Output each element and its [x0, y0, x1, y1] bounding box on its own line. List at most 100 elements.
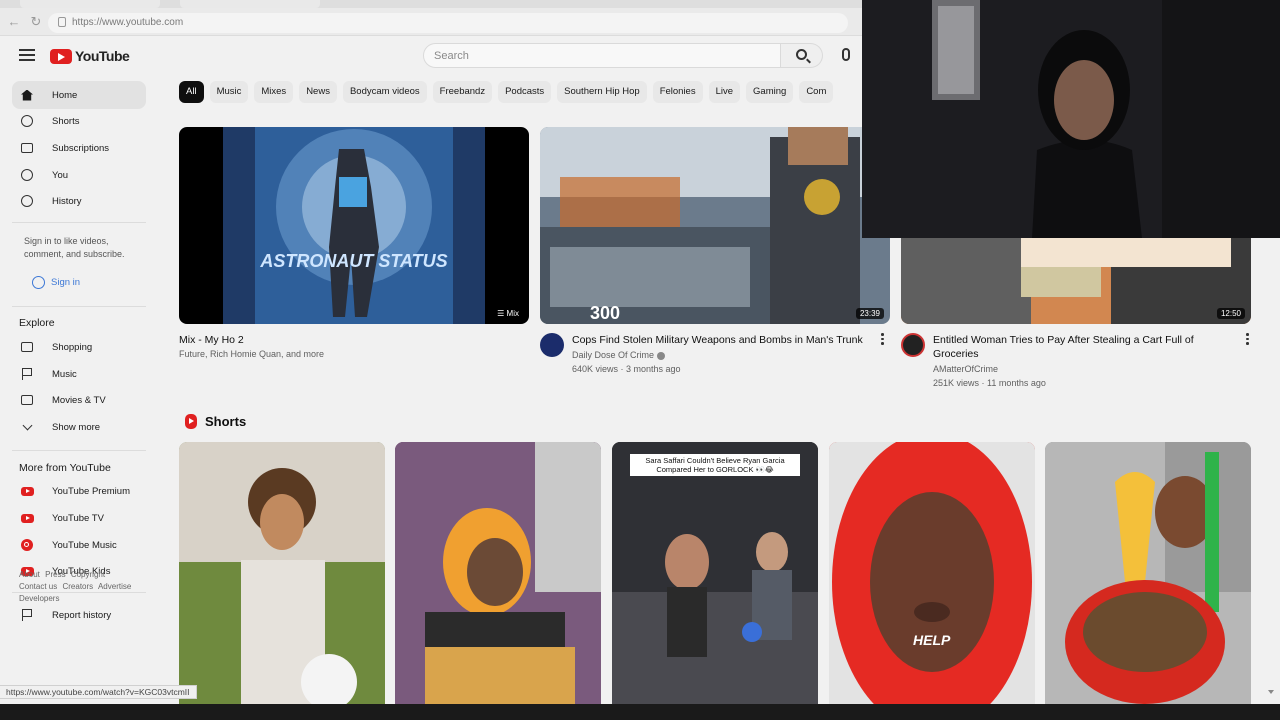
mix-badge: ☰ Mix	[493, 308, 523, 319]
channel-avatar[interactable]	[901, 333, 925, 357]
sidebar-item-home[interactable]: Home	[12, 81, 146, 109]
footer-link[interactable]: About	[19, 570, 40, 579]
video-thumbnail[interactable]: 300 23:39	[540, 127, 890, 324]
sidebar-item-you[interactable]: You	[12, 161, 146, 189]
short-card[interactable]: Sara Saffari Couldn't Believe Ryan Garci…	[612, 442, 818, 704]
video-card[interactable]: ASTRONAUT STATUS ☰ Mix Mix - My Ho 2 Fut…	[179, 127, 529, 393]
video-channel[interactable]: AMatterOfCrime	[933, 362, 998, 376]
video-title[interactable]: Mix - My Ho 2	[179, 333, 244, 347]
sidebar-item-youtube-tv[interactable]: YouTube TV	[12, 504, 146, 532]
album-art-title: ASTRONAUT STATUS	[259, 251, 447, 271]
sidebar-item-label: Subscriptions	[52, 142, 110, 154]
link-status-bar: https://www.youtube.com/watch?v=KGC03vtc…	[0, 685, 197, 699]
video-channel[interactable]: Future, Rich Homie Quan, and more	[179, 347, 324, 361]
chip-music[interactable]: Music	[209, 81, 249, 103]
short-card[interactable]	[179, 442, 385, 704]
sidebar-item-label: Home	[52, 89, 78, 101]
sidebar-item-label: YouTube Premium	[52, 485, 130, 497]
sidebar-item-label: History	[52, 195, 82, 207]
short-thumbnail	[829, 442, 1035, 704]
video-title[interactable]: Entitled Woman Tries to Pay After Steali…	[933, 333, 1233, 361]
sidebar-item-label: Shorts	[52, 115, 80, 127]
footer-link[interactable]: Creators	[62, 582, 93, 591]
sidebar-item-label: You	[52, 169, 69, 181]
sidebar-divider	[12, 450, 146, 451]
browser-tab[interactable]	[180, 0, 320, 8]
lock-icon	[58, 17, 66, 27]
sidebar-item-subscriptions[interactable]: Subscriptions	[12, 134, 146, 162]
footer-link[interactable]: Contact us	[19, 582, 57, 591]
channel-avatar[interactable]	[540, 333, 564, 357]
sidebar-divider	[12, 222, 146, 223]
footer-link[interactable]: Press	[45, 570, 65, 579]
sign-in-button[interactable]: Sign in	[24, 272, 90, 292]
sidebar-item-youtube-premium[interactable]: YouTube Premium	[12, 477, 146, 505]
chip-gaming[interactable]: Gaming	[746, 81, 794, 103]
chip-felonies[interactable]: Felonies	[652, 81, 703, 103]
more-actions-icon[interactable]	[1246, 333, 1249, 345]
more-actions-icon[interactable]	[881, 333, 884, 345]
webcam-overlay	[862, 0, 1280, 238]
chip-comedy[interactable]: Com	[799, 81, 834, 103]
chip-news[interactable]: News	[299, 81, 337, 103]
video-channel-row: Daily Dose Of Crime	[572, 348, 666, 362]
short-thumbnail	[612, 442, 818, 704]
short-thumbnail	[179, 442, 385, 704]
scroll-down-icon[interactable]	[1268, 690, 1274, 694]
sidebar-item-show-more[interactable]: Show more	[12, 413, 146, 441]
sidebar-item-shorts[interactable]: Shorts	[12, 107, 146, 135]
history-icon	[20, 194, 34, 208]
sidebar-item-label: YouTube Music	[52, 539, 117, 551]
chip-southern-hip-hop[interactable]: Southern Hip Hop	[557, 81, 647, 103]
you-icon	[20, 168, 34, 182]
address-bar[interactable]: https://www.youtube.com	[48, 13, 848, 33]
sidebar-item-label: Report history	[52, 609, 112, 621]
sidebar-item-history[interactable]: History	[12, 187, 146, 215]
reload-icon[interactable]: ↻	[28, 14, 44, 30]
chip-live[interactable]: Live	[708, 81, 741, 103]
search-button[interactable]	[781, 43, 823, 68]
browser-tab[interactable]	[20, 0, 160, 8]
sidebar-item-label: Shopping	[52, 341, 93, 353]
video-thumbnail[interactable]: ASTRONAUT STATUS ☰ Mix	[179, 127, 529, 324]
duration-badge: 23:39	[855, 308, 884, 319]
youtube-logo[interactable]: YouTube	[50, 47, 130, 65]
chip-bodycam-videos[interactable]: Bodycam videos	[342, 81, 427, 103]
chip-podcasts[interactable]: Podcasts	[498, 81, 552, 103]
video-card[interactable]: 300 23:39 Cops Find Stolen Military Weap…	[540, 127, 890, 393]
search-box	[423, 43, 781, 68]
footer-link[interactable]: Developers	[19, 594, 59, 603]
microphone-icon[interactable]	[842, 48, 850, 61]
explore-heading: Explore	[19, 317, 55, 329]
chip-all[interactable]: All	[179, 81, 204, 103]
more-from-youtube-heading: More from YouTube	[19, 462, 111, 474]
video-stats: 251K views · 11 months ago	[933, 378, 1046, 388]
footer-link[interactable]: Advertise	[98, 582, 131, 591]
shorts-section-header: Shorts	[185, 414, 246, 429]
album-art: ASTRONAUT STATUS	[223, 127, 485, 324]
video-channel[interactable]: Daily Dose Of Crime	[572, 350, 654, 360]
chip-freebandz[interactable]: Freebandz	[432, 81, 493, 103]
short-overlay-text: HELP	[913, 632, 951, 648]
hamburger-menu-icon[interactable]	[19, 49, 35, 61]
shorts-icon	[185, 414, 197, 429]
search-input[interactable]	[424, 44, 780, 67]
chip-mixes[interactable]: Mixes	[254, 81, 294, 103]
sidebar-item-movies-tv[interactable]: Movies & TV	[12, 386, 146, 414]
video-title[interactable]: Cops Find Stolen Military Weapons and Bo…	[572, 333, 872, 347]
youtube-premium-icon	[20, 484, 34, 498]
shorts-icon	[20, 114, 34, 128]
back-icon[interactable]: ←	[6, 14, 22, 30]
sidebar-item-music[interactable]: Music	[12, 360, 146, 388]
short-card[interactable]	[1045, 442, 1251, 704]
sidebar-item-shopping[interactable]: Shopping	[12, 333, 146, 361]
sidebar-item-youtube-music[interactable]: YouTube Music	[12, 531, 146, 559]
short-caption: Sara Saffari Couldn't Believe Ryan Garci…	[630, 454, 800, 476]
sidebar-divider	[12, 306, 146, 307]
short-card[interactable]	[395, 442, 601, 704]
youtube-play-icon	[50, 48, 72, 64]
short-card[interactable]: HELP	[829, 442, 1035, 704]
footer-link[interactable]: Copyright	[71, 570, 105, 579]
footer-links: About Press Copyright Contact us Creator…	[19, 569, 149, 605]
sidebar-item-report-history[interactable]: Report history	[12, 601, 146, 629]
